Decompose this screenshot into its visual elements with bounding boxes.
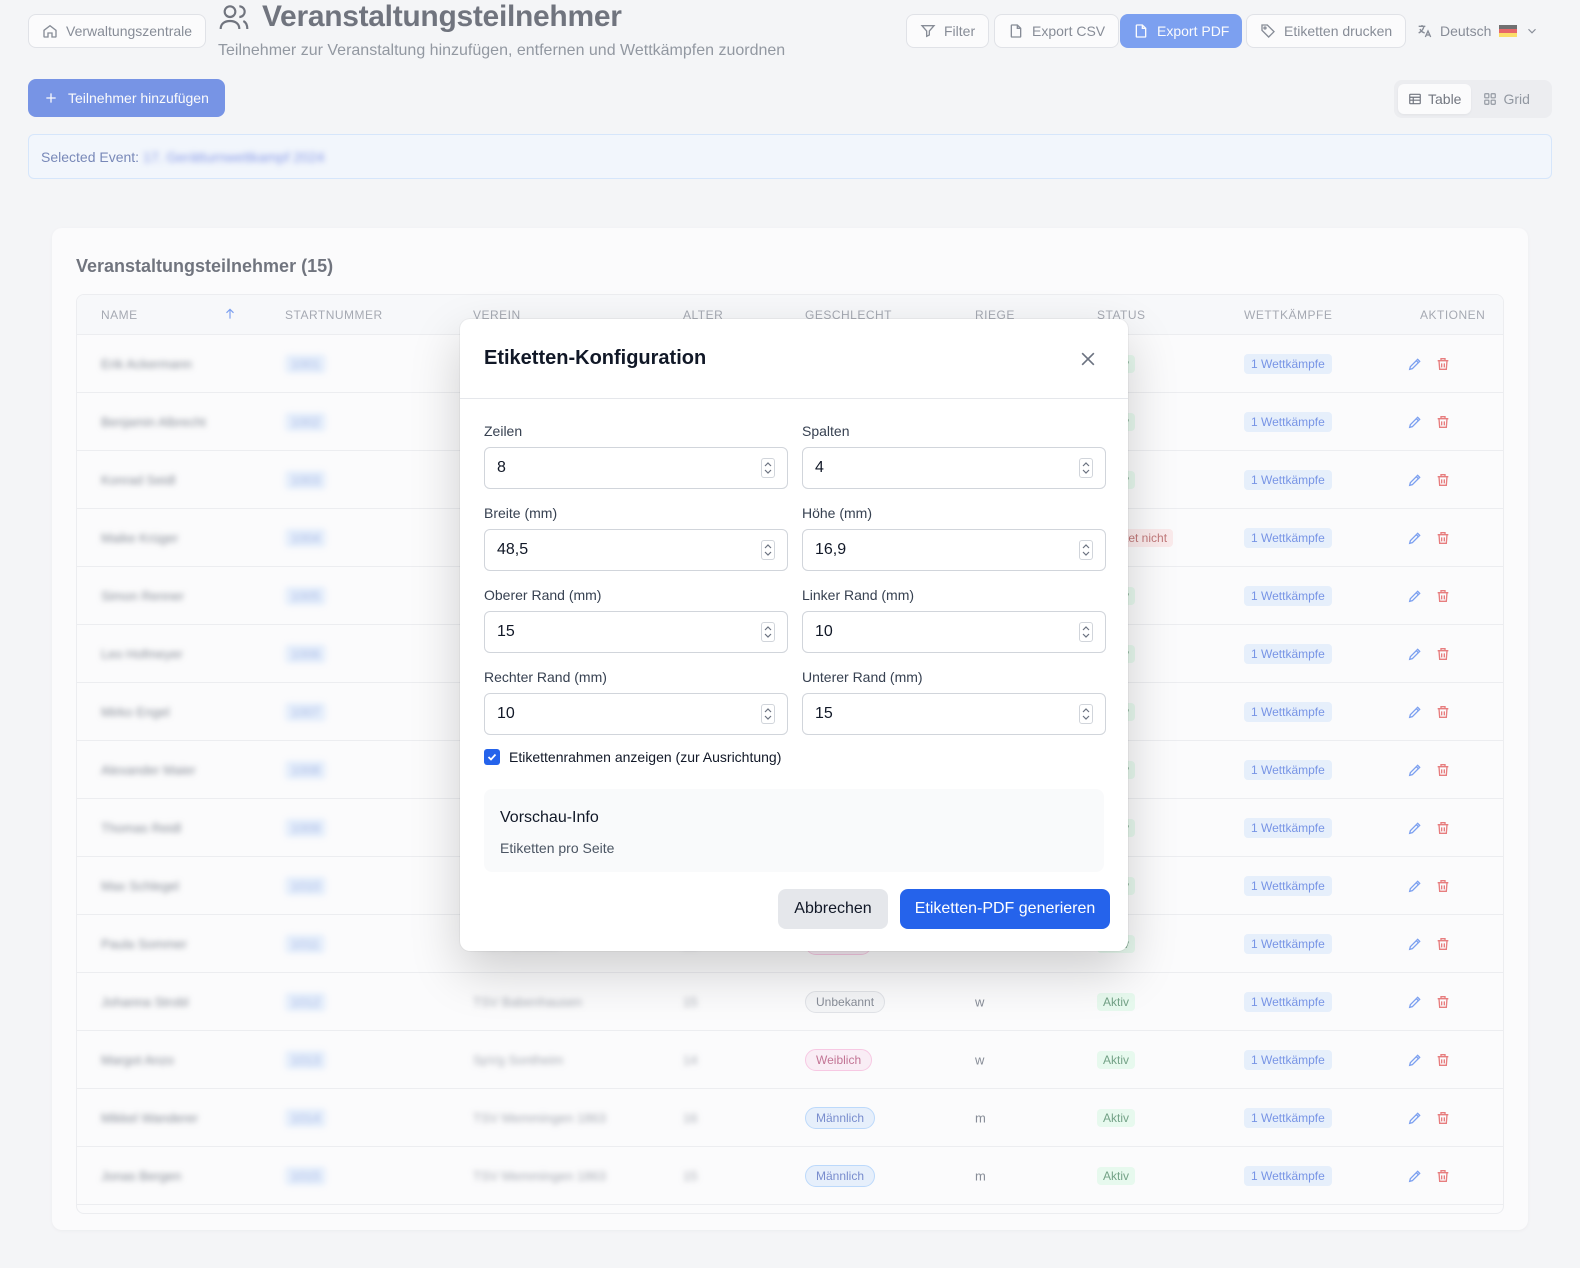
width-input[interactable]: 48,5 <box>484 529 788 571</box>
top-margin-value: 15 <box>497 623 515 640</box>
preview-info-text: Etiketten pro Seite <box>500 840 615 856</box>
label-config-dialog: Etiketten-Konfiguration Zeilen 8 Spalten… <box>460 319 1128 951</box>
rows-value: 8 <box>497 459 506 476</box>
chevron-down-icon <box>764 469 772 474</box>
cols-input[interactable]: 4 <box>802 447 1106 489</box>
chevron-up-icon <box>1082 462 1090 467</box>
chevron-up-icon <box>1082 626 1090 631</box>
cols-stepper[interactable] <box>1079 458 1093 478</box>
cancel-button[interactable]: Abbrechen <box>778 889 888 929</box>
show-border-checkbox[interactable] <box>484 749 500 765</box>
chevron-up-icon <box>1082 544 1090 549</box>
right-margin-label: Rechter Rand (mm) <box>484 669 607 685</box>
chevron-down-icon <box>764 715 772 720</box>
bottom-margin-stepper[interactable] <box>1079 704 1093 724</box>
generate-labels-pdf-button[interactable]: Etiketten-PDF generieren <box>900 889 1110 929</box>
width-label: Breite (mm) <box>484 505 558 521</box>
bottom-margin-value: 15 <box>815 705 833 722</box>
dialog-header: Etiketten-Konfiguration <box>460 319 1128 399</box>
bottom-margin-label: Unterer Rand (mm) <box>802 669 923 685</box>
top-margin-label: Oberer Rand (mm) <box>484 587 602 603</box>
chevron-up-icon <box>764 708 772 713</box>
show-border-row: Etikettenrahmen anzeigen (zur Ausrichtun… <box>484 749 781 765</box>
height-label: Höhe (mm) <box>802 505 873 521</box>
chevron-up-icon <box>764 544 772 549</box>
rows-stepper[interactable] <box>761 458 775 478</box>
close-icon[interactable] <box>1078 349 1098 369</box>
chevron-down-icon <box>1082 551 1090 556</box>
rows-label: Zeilen <box>484 423 523 439</box>
top-margin-input[interactable]: 15 <box>484 611 788 653</box>
right-margin-stepper[interactable] <box>761 704 775 724</box>
left-margin-stepper[interactable] <box>1079 622 1093 642</box>
preview-info-title: Vorschau-Info <box>500 809 599 826</box>
chevron-up-icon <box>764 462 772 467</box>
chevron-down-icon <box>1082 633 1090 638</box>
chevron-down-icon <box>1082 469 1090 474</box>
left-margin-input[interactable]: 10 <box>802 611 1106 653</box>
width-stepper[interactable] <box>761 540 775 560</box>
height-value: 16,9 <box>815 541 847 558</box>
bottom-margin-input[interactable]: 15 <box>802 693 1106 735</box>
chevron-up-icon <box>764 626 772 631</box>
left-margin-label: Linker Rand (mm) <box>802 587 915 603</box>
cols-label: Spalten <box>802 423 850 439</box>
check-icon <box>487 753 497 761</box>
top-margin-stepper[interactable] <box>761 622 775 642</box>
height-stepper[interactable] <box>1079 540 1093 560</box>
show-border-label[interactable]: Etikettenrahmen anzeigen (zur Ausrichtun… <box>509 749 781 765</box>
right-margin-value: 10 <box>497 705 515 722</box>
chevron-up-icon <box>1082 708 1090 713</box>
chevron-down-icon <box>764 551 772 556</box>
cols-value: 4 <box>815 459 824 476</box>
preview-info-box: Vorschau-Info Etiketten pro Seite <box>484 789 1104 872</box>
rows-input[interactable]: 8 <box>484 447 788 489</box>
right-margin-input[interactable]: 10 <box>484 693 788 735</box>
dialog-title: Etiketten-Konfiguration <box>484 347 707 369</box>
chevron-down-icon <box>1082 715 1090 720</box>
height-input[interactable]: 16,9 <box>802 529 1106 571</box>
width-value: 48,5 <box>497 541 529 558</box>
chevron-down-icon <box>764 633 772 638</box>
left-margin-value: 10 <box>815 623 833 640</box>
